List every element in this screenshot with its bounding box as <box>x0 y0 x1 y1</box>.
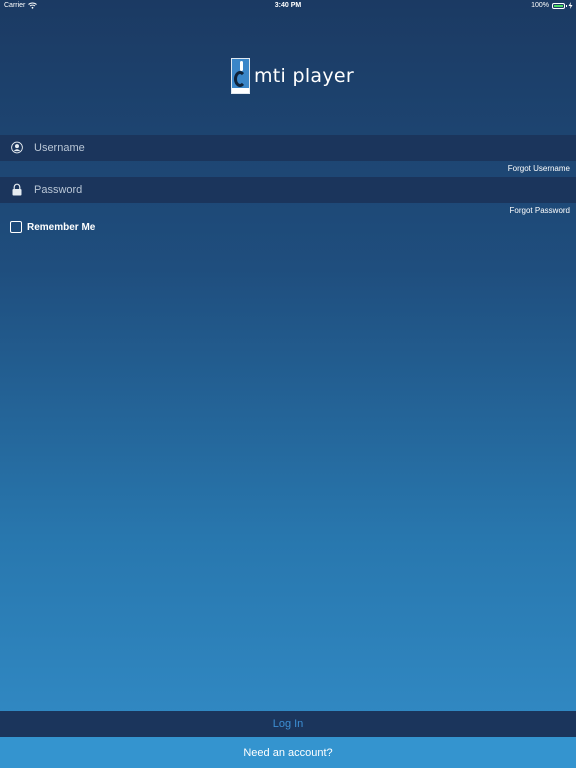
username-row <box>0 135 576 161</box>
login-bar: Log In <box>0 711 576 737</box>
remember-me-label: Remember Me <box>27 221 96 233</box>
lock-icon <box>12 183 22 196</box>
checkbox-icon[interactable] <box>10 221 22 233</box>
charging-icon <box>568 2 573 9</box>
password-input[interactable] <box>34 177 554 203</box>
user-icon <box>11 141 23 154</box>
username-input[interactable] <box>34 135 554 161</box>
login-button[interactable]: Log In <box>267 717 310 731</box>
password-row <box>0 177 576 203</box>
remember-me-checkbox[interactable]: Remember Me <box>10 221 95 233</box>
mti-logo-icon <box>231 58 250 94</box>
forgot-password-link[interactable]: Forgot Password <box>510 206 570 215</box>
app-logo: mti player <box>231 58 354 94</box>
battery-percent: 100% <box>531 2 549 9</box>
battery-icon <box>552 2 567 9</box>
status-bar: Carrier 3:40 PM 100% <box>0 0 576 12</box>
forgot-username-link[interactable]: Forgot Username <box>508 164 570 173</box>
app-title: mti player <box>254 65 355 87</box>
account-bar: Need an account? <box>0 737 576 768</box>
status-time: 3:40 PM <box>274 2 302 9</box>
need-account-button[interactable]: Need an account? <box>237 746 338 760</box>
status-right: 100% <box>531 2 573 9</box>
